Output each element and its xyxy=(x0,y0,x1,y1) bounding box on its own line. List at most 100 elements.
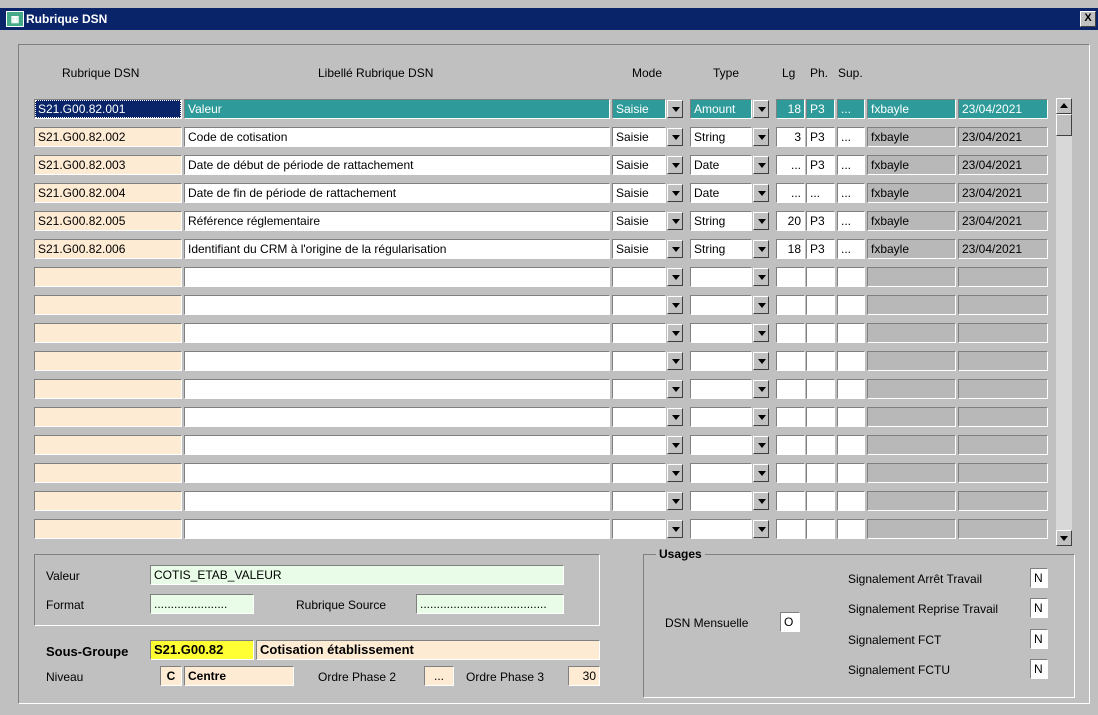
cell-libelle[interactable] xyxy=(184,407,610,427)
mode-dropdown-arrow-icon[interactable] xyxy=(667,492,683,510)
ordre-phase3-field[interactable]: 30 xyxy=(568,666,600,686)
cell-ph[interactable]: P3 xyxy=(806,127,835,147)
cell-libelle[interactable]: Référence réglementaire xyxy=(184,211,610,231)
cell-libelle[interactable] xyxy=(184,267,610,287)
cell-lg[interactable] xyxy=(776,435,805,455)
mode-dropdown-arrow-icon[interactable] xyxy=(667,184,683,202)
cell-mode[interactable] xyxy=(612,323,666,343)
type-dropdown-arrow-icon[interactable] xyxy=(753,408,769,426)
cell-libelle[interactable] xyxy=(184,463,610,483)
type-dropdown-arrow-icon[interactable] xyxy=(753,352,769,370)
cell-lg[interactable] xyxy=(776,323,805,343)
mode-dropdown-arrow-icon[interactable] xyxy=(667,296,683,314)
mode-dropdown-arrow-icon[interactable] xyxy=(667,100,683,118)
cell-type[interactable] xyxy=(690,295,752,315)
cell-type[interactable]: Amount xyxy=(690,99,752,119)
cell-type[interactable] xyxy=(690,407,752,427)
type-dropdown-arrow-icon[interactable] xyxy=(753,268,769,286)
type-dropdown-arrow-icon[interactable] xyxy=(753,464,769,482)
cell-mode[interactable]: Saisie xyxy=(612,239,666,259)
type-dropdown-arrow-icon[interactable] xyxy=(753,212,769,230)
cell-lg[interactable] xyxy=(776,491,805,511)
cell-rubrique[interactable] xyxy=(34,267,182,287)
cell-rubrique[interactable]: S21.G00.82.006 xyxy=(34,239,182,259)
cell-sup[interactable]: ... xyxy=(837,183,865,203)
cell-sup[interactable] xyxy=(837,351,865,371)
cell-sup[interactable] xyxy=(837,323,865,343)
cell-rubrique[interactable]: S21.G00.82.002 xyxy=(34,127,182,147)
cell-rubrique[interactable] xyxy=(34,323,182,343)
cell-ph[interactable]: P3 xyxy=(806,155,835,175)
cell-lg[interactable]: 18 xyxy=(776,99,805,119)
cell-libelle[interactable]: Date de début de période de rattachement xyxy=(184,155,610,175)
cell-rubrique[interactable] xyxy=(34,407,182,427)
cell-ph[interactable] xyxy=(806,351,835,371)
cell-ph[interactable] xyxy=(806,323,835,343)
cell-libelle[interactable] xyxy=(184,491,610,511)
cell-rubrique[interactable] xyxy=(34,463,182,483)
cell-lg[interactable]: 20 xyxy=(776,211,805,231)
cell-lg[interactable] xyxy=(776,379,805,399)
cell-mode[interactable]: Saisie xyxy=(612,99,666,119)
cell-rubrique[interactable] xyxy=(34,295,182,315)
mode-dropdown-arrow-icon[interactable] xyxy=(667,408,683,426)
cell-type[interactable] xyxy=(690,267,752,287)
cell-sup[interactable] xyxy=(837,407,865,427)
cell-mode[interactable] xyxy=(612,463,666,483)
cell-rubrique[interactable]: S21.G00.82.005 xyxy=(34,211,182,231)
reprise-travail-field[interactable]: N xyxy=(1030,598,1048,618)
cell-rubrique[interactable]: S21.G00.82.001 xyxy=(34,99,182,119)
cell-rubrique[interactable] xyxy=(34,491,182,511)
cell-sup[interactable] xyxy=(837,267,865,287)
cell-type[interactable]: String xyxy=(690,127,752,147)
cell-rubrique[interactable] xyxy=(34,351,182,371)
cell-sup[interactable] xyxy=(837,519,865,539)
cell-libelle[interactable] xyxy=(184,295,610,315)
cell-sup[interactable] xyxy=(837,295,865,315)
niveau-code-field[interactable]: C xyxy=(160,666,182,686)
valeur-field[interactable]: COTIS_ETAB_VALEUR xyxy=(150,565,564,585)
cell-mode[interactable]: Saisie xyxy=(612,127,666,147)
cell-sup[interactable] xyxy=(837,463,865,483)
cell-type[interactable] xyxy=(690,491,752,511)
grid-scrollbar[interactable] xyxy=(1056,98,1072,546)
cell-ph[interactable]: P3 xyxy=(806,99,835,119)
cell-ph[interactable] xyxy=(806,519,835,539)
cell-type[interactable]: Date xyxy=(690,155,752,175)
type-dropdown-arrow-icon[interactable] xyxy=(753,128,769,146)
cell-sup[interactable]: ... xyxy=(837,127,865,147)
cell-sup[interactable]: ... xyxy=(837,211,865,231)
cell-lg[interactable] xyxy=(776,407,805,427)
cell-lg[interactable]: ... xyxy=(776,155,805,175)
cell-type[interactable] xyxy=(690,323,752,343)
mode-dropdown-arrow-icon[interactable] xyxy=(667,520,683,538)
mode-dropdown-arrow-icon[interactable] xyxy=(667,324,683,342)
type-dropdown-arrow-icon[interactable] xyxy=(753,436,769,454)
cell-mode[interactable] xyxy=(612,351,666,371)
cell-mode[interactable]: Saisie xyxy=(612,155,666,175)
cell-rubrique[interactable]: S21.G00.82.003 xyxy=(34,155,182,175)
cell-lg[interactable] xyxy=(776,463,805,483)
fctu-field[interactable]: N xyxy=(1030,659,1048,679)
cell-sup[interactable] xyxy=(837,379,865,399)
mode-dropdown-arrow-icon[interactable] xyxy=(667,212,683,230)
cell-ph[interactable]: ... xyxy=(806,183,835,203)
cell-libelle[interactable]: Identifiant du CRM à l'origine de la rég… xyxy=(184,239,610,259)
cell-lg[interactable] xyxy=(776,519,805,539)
cell-type[interactable] xyxy=(690,463,752,483)
sous-groupe-code-field[interactable]: S21.G00.82 xyxy=(150,640,254,660)
cell-mode[interactable] xyxy=(612,435,666,455)
scroll-up-icon[interactable] xyxy=(1056,98,1072,114)
cell-libelle[interactable]: Date de fin de période de rattachement xyxy=(184,183,610,203)
mode-dropdown-arrow-icon[interactable] xyxy=(667,128,683,146)
mode-dropdown-arrow-icon[interactable] xyxy=(667,380,683,398)
cell-mode[interactable]: Saisie xyxy=(612,183,666,203)
ordre-phase2-field[interactable]: ... xyxy=(424,666,454,686)
arret-travail-field[interactable]: N xyxy=(1030,568,1048,588)
scroll-down-icon[interactable] xyxy=(1056,530,1072,546)
mode-dropdown-arrow-icon[interactable] xyxy=(667,240,683,258)
cell-type[interactable] xyxy=(690,351,752,371)
type-dropdown-arrow-icon[interactable] xyxy=(753,184,769,202)
mode-dropdown-arrow-icon[interactable] xyxy=(667,268,683,286)
cell-sup[interactable]: ... xyxy=(837,155,865,175)
